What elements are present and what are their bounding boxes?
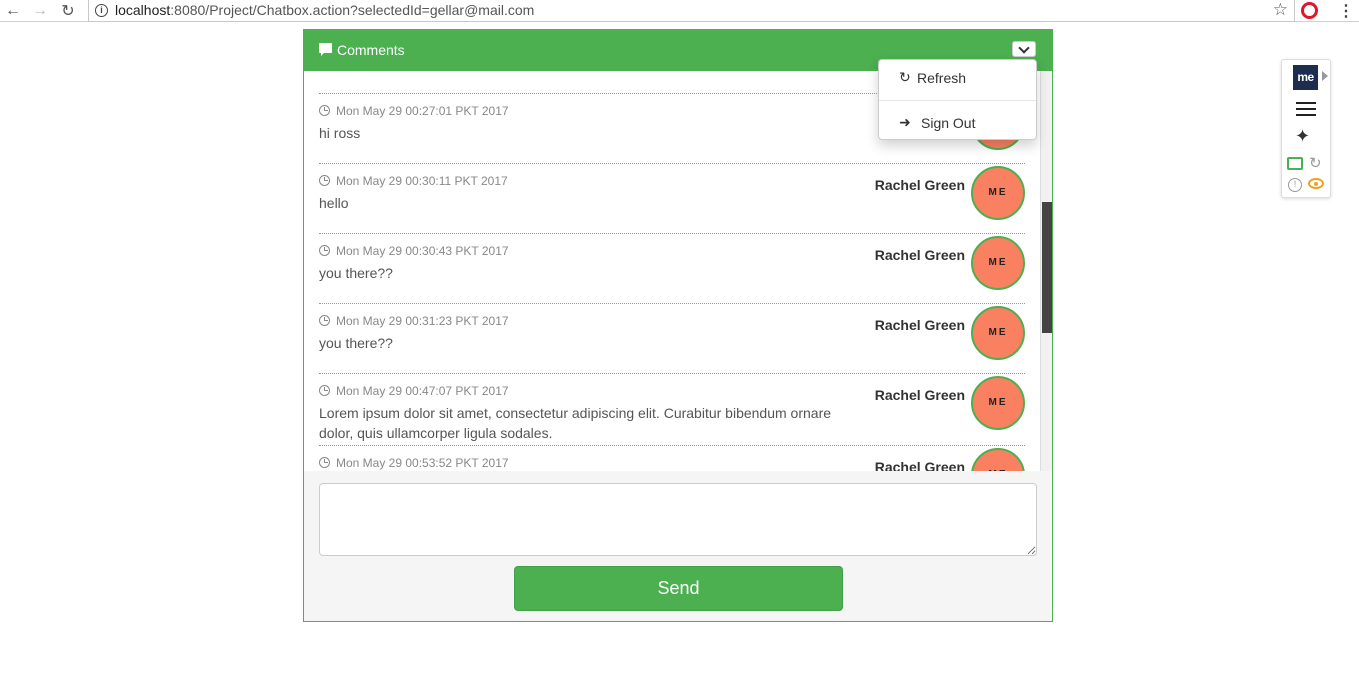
chat-message: Mon May 29 00:47:07 PKT 2017 Lorem ipsum…: [319, 374, 1025, 446]
chat-message: Mon May 29 00:30:11 PKT 2017 hello Rache…: [319, 164, 1025, 234]
message-input[interactable]: [319, 483, 1037, 556]
message-time-text: Mon May 29 00:27:01 PKT 2017: [336, 104, 509, 118]
magic-wand-icon[interactable]: ✦: [1295, 126, 1310, 147]
browser-toolbar: ← → ↻ i localhost:8080/Project/Chatbox.a…: [0, 0, 1359, 22]
back-arrow-icon[interactable]: ←: [3, 1, 23, 21]
send-button[interactable]: Send: [514, 566, 843, 611]
menu-item-sign-out[interactable]: ➜ Sign Out: [879, 110, 1036, 140]
message-time: Mon May 29 00:47:07 PKT 2017: [319, 384, 509, 398]
me-extension-logo[interactable]: me: [1293, 65, 1318, 90]
sign-out-icon: ➜: [899, 114, 911, 130]
eye-icon[interactable]: [1308, 178, 1324, 189]
dropdown-menu: ↻ Refresh ➜ Sign Out: [878, 59, 1037, 140]
clock-icon: [319, 315, 330, 326]
warning-icon[interactable]: !: [1288, 178, 1302, 192]
expand-arrow-icon[interactable]: [1322, 71, 1328, 81]
dropdown-toggle-button[interactable]: [1012, 41, 1036, 57]
panel-title: Comments: [337, 42, 405, 58]
message-author: Rachel Green: [874, 177, 965, 193]
avatar: ME: [971, 306, 1025, 360]
menu-item-label: Sign Out: [921, 115, 976, 131]
message-time: Mon May 29 00:31:23 PKT 2017: [319, 314, 509, 328]
message-text: you there??: [319, 265, 393, 281]
message-text: hi ross: [319, 125, 361, 141]
refresh-icon[interactable]: ↻: [1309, 154, 1322, 172]
menu-item-label: Refresh: [917, 70, 967, 86]
opera-extension-icon[interactable]: [1301, 2, 1318, 19]
hamburger-menu-icon[interactable]: [1296, 102, 1316, 116]
message-time-text: Mon May 29 00:30:11 PKT 2017: [336, 174, 508, 188]
message-time: Mon May 29 00:30:11 PKT 2017: [319, 174, 508, 188]
clock-icon: [319, 105, 330, 116]
message-author: Rachel Green: [874, 247, 965, 263]
message-time-text: Mon May 29 00:53:52 PKT 2017: [336, 456, 509, 470]
message-text: hello: [319, 195, 349, 211]
forward-arrow-icon[interactable]: →: [30, 1, 50, 21]
message-time: Mon May 29 00:30:43 PKT 2017: [319, 244, 509, 258]
message-author: Rachel Green: [874, 459, 965, 471]
browser-menu-icon[interactable]: ⋮: [1338, 1, 1354, 21]
chat-message: Mon May 29 00:31:23 PKT 2017 you there??…: [319, 304, 1025, 374]
cast-icon[interactable]: [1287, 157, 1303, 170]
avatar: ME: [971, 448, 1025, 471]
message-time-text: Mon May 29 00:30:43 PKT 2017: [336, 244, 509, 258]
bookmark-star-icon[interactable]: ☆: [1273, 0, 1288, 20]
clock-icon: [319, 245, 330, 256]
scrollbar-thumb[interactable]: [1042, 202, 1052, 333]
extension-panel: me ✦ ↻ !: [1281, 59, 1331, 198]
message-time: Mon May 29 00:27:01 PKT 2017: [319, 104, 509, 118]
info-icon[interactable]: i: [95, 4, 108, 17]
url-host: localhost: [115, 2, 171, 18]
address-bar[interactable]: i localhost:8080/Project/Chatbox.action?…: [88, 0, 1295, 22]
reload-icon[interactable]: ↻: [58, 1, 78, 21]
comment-icon: [319, 43, 332, 56]
scrollbar[interactable]: [1040, 71, 1052, 471]
message-text: you there??: [319, 335, 393, 351]
message-text: Lorem ipsum dolor sit amet, consectetur …: [319, 405, 832, 441]
url-text[interactable]: localhost:8080/Project/Chatbox.action?se…: [115, 2, 534, 18]
chat-message: Mon May 29 00:30:43 PKT 2017 you there??…: [319, 234, 1025, 304]
clock-icon: [319, 457, 330, 468]
message-time-text: Mon May 29 00:31:23 PKT 2017: [336, 314, 509, 328]
chat-message: Mon May 29 00:53:52 PKT 2017 Rachel Gree…: [319, 446, 1025, 471]
clock-icon: [319, 385, 330, 396]
message-author: Rachel Green: [874, 317, 965, 333]
avatar: ME: [971, 376, 1025, 430]
avatar: ME: [971, 166, 1025, 220]
refresh-icon: ↻: [899, 69, 911, 85]
message-time: Mon May 29 00:53:52 PKT 2017: [319, 456, 509, 470]
menu-divider: [879, 100, 1036, 101]
avatar: ME: [971, 236, 1025, 290]
clock-icon: [319, 175, 330, 186]
url-path: :8080/Project/Chatbox.action?selectedId=…: [170, 2, 535, 18]
menu-item-refresh[interactable]: ↻ Refresh: [879, 65, 1036, 95]
message-time-text: Mon May 29 00:47:07 PKT 2017: [336, 384, 509, 398]
message-author: Rachel Green: [874, 387, 965, 403]
